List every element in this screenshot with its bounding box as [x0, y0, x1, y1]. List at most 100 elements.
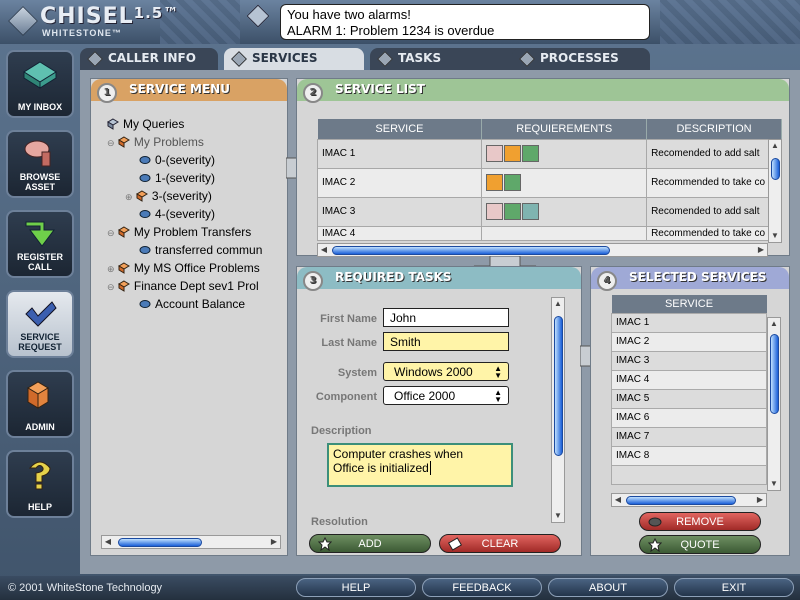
column-header-description[interactable]: DESCRIPTION	[646, 119, 782, 139]
table-row[interactable]: IMAC 2 Recommended to take co	[316, 167, 782, 198]
scroll-up-icon[interactable]: ▲	[769, 140, 781, 152]
required-tasks-header: 3 REQUIRED TASKS	[297, 267, 581, 291]
last-name-field[interactable]: Smith	[383, 332, 509, 351]
first-name-field[interactable]: John	[383, 308, 509, 327]
table-row[interactable]: IMAC 2	[611, 331, 767, 352]
selected-vertical-scrollbar[interactable]: ▲ ▼	[767, 317, 781, 491]
scroll-down-icon[interactable]: ▼	[552, 510, 564, 522]
sidebar-item-help[interactable]: HELP	[6, 450, 74, 518]
tree-node-severity-0[interactable]: 0-(severity)	[139, 153, 215, 167]
exit-button[interactable]: EXIT	[674, 578, 794, 597]
table-row[interactable]: IMAC 4	[611, 369, 767, 390]
scroll-left-icon[interactable]: ◀	[318, 244, 330, 256]
scroll-down-icon[interactable]: ▼	[769, 230, 781, 242]
scroll-right-icon[interactable]: ▶	[268, 536, 280, 548]
table-row[interactable]: IMAC 1	[611, 312, 767, 333]
tab-cube-icon	[519, 51, 535, 67]
scroll-left-icon[interactable]: ◀	[612, 494, 624, 506]
component-select[interactable]: Office 2000 ▲ ▼	[383, 386, 509, 405]
tab-bar: CALLER INFO SERVICES TASKS PROCESSES	[80, 48, 800, 70]
description-line: Office is initialized	[333, 461, 431, 475]
tree-node-account-balance[interactable]: Account Balance	[139, 297, 245, 311]
tree-node-finance-dept[interactable]: ⊖ Finance Dept sev1 Prol	[107, 279, 287, 293]
sidebar-item-register-call[interactable]: REGISTER CALL	[6, 210, 74, 278]
column-header-service[interactable]: SERVICE	[611, 295, 767, 313]
tab-processes[interactable]: PROCESSES	[512, 48, 650, 70]
service-list-horizontal-scrollbar[interactable]: ◀ ▶	[317, 243, 768, 257]
selected-services-panel: 4 SELECTED SERVICES SERVICE IMAC 1 IMAC …	[590, 266, 790, 556]
disk-icon	[139, 300, 151, 308]
table-row[interactable]: IMAC 1 Recomended to add salt	[316, 138, 782, 169]
clear-button[interactable]: CLEAR	[439, 534, 561, 553]
quote-button[interactable]: QUOTE	[639, 535, 761, 554]
tree-node-my-queries[interactable]: My Queries	[107, 117, 184, 131]
scroll-down-icon[interactable]: ▼	[768, 478, 780, 490]
tree-node-severity-3[interactable]: ⊕ 3-(severity)	[125, 189, 212, 203]
tree-node-severity-4[interactable]: 4-(severity)	[139, 207, 215, 221]
scroll-thumb[interactable]	[332, 246, 610, 255]
tab-caller-info[interactable]: CALLER INFO	[80, 48, 218, 70]
sidebar-item-my-inbox[interactable]: MY INBOX	[6, 50, 74, 118]
table-row[interactable]: IMAC 3	[611, 350, 767, 371]
scroll-left-icon[interactable]: ◀	[102, 536, 114, 548]
tasks-vertical-scrollbar[interactable]: ▲ ▼	[551, 297, 565, 523]
requirements-cell	[481, 138, 648, 169]
scroll-up-icon[interactable]: ▲	[552, 298, 564, 310]
table-row[interactable]: IMAC 8	[611, 445, 767, 466]
copyright-text: © 2001 WhiteStone Technology	[8, 582, 163, 594]
scroll-right-icon[interactable]: ▶	[754, 494, 766, 506]
feedback-button[interactable]: FEEDBACK	[422, 578, 542, 597]
column-header-service[interactable]: SERVICE	[317, 119, 483, 139]
about-button[interactable]: ABOUT	[548, 578, 668, 597]
tree-node-severity-1[interactable]: 1-(severity)	[139, 171, 215, 185]
scroll-thumb[interactable]	[770, 334, 779, 414]
tree-node-my-problem-transfers[interactable]: ⊖ My Problem Transfers	[107, 225, 287, 239]
table-row[interactable]: IMAC 4 Recommended to take co	[316, 225, 782, 241]
tree-node-ms-office-problems[interactable]: ⊕ My MS Office Problems	[107, 261, 287, 275]
system-label: System	[337, 367, 377, 379]
tree-node-my-problems[interactable]: ⊖ My Problems	[107, 135, 204, 149]
description-cell: Recomended to add salt	[646, 138, 782, 169]
inbox-icon	[23, 61, 57, 89]
scroll-thumb[interactable]	[554, 316, 563, 456]
description-textarea[interactable]: Computer crashes when Office is initiali…	[327, 443, 513, 487]
sidebar-item-service-request[interactable]: SERVICE REQUEST	[6, 290, 74, 358]
selected-horizontal-scrollbar[interactable]: ◀ ▶	[611, 493, 767, 507]
table-row[interactable]: IMAC 3 Recomended to add salt	[316, 196, 782, 227]
service-cell: IMAC 2	[611, 331, 767, 352]
scroll-thumb[interactable]	[771, 158, 780, 180]
service-menu-panel: 1 SERVICE MENU My Queries ⊖ My Problems …	[90, 78, 288, 556]
table-row[interactable]: IMAC 7	[611, 426, 767, 447]
phone-icon	[486, 174, 504, 191]
remove-button[interactable]: REMOVE	[639, 512, 761, 531]
tree-horizontal-scrollbar[interactable]: ◀ ▶	[101, 535, 281, 549]
selected-services-header: 4 SELECTED SERVICES	[591, 267, 789, 291]
table-row[interactable]: IMAC 6	[611, 407, 767, 428]
service-cell: IMAC 8	[611, 445, 767, 466]
scroll-right-icon[interactable]: ▶	[755, 244, 767, 256]
sidebar-item-admin[interactable]: ADMIN	[6, 370, 74, 438]
service-cell: IMAC 1	[611, 312, 767, 333]
table-row[interactable]: IMAC 5	[611, 388, 767, 409]
scroll-up-icon[interactable]: ▲	[768, 318, 780, 330]
add-button[interactable]: ADD	[309, 534, 431, 553]
scroll-thumb[interactable]	[626, 496, 736, 505]
service-list-header: 2 SERVICE LIST	[297, 79, 789, 103]
help-button[interactable]: HELP	[296, 578, 416, 597]
tree-node-transferred-commun[interactable]: transferred commun	[139, 243, 287, 257]
sidebar-item-label: BROWSE ASSET	[19, 172, 61, 192]
sidebar-item-browse-asset[interactable]: BROWSE ASSET	[6, 130, 74, 198]
tab-services[interactable]: SERVICES	[224, 48, 364, 70]
service-cell: IMAC 4	[611, 369, 767, 390]
main-area: 1 SERVICE MENU My Queries ⊖ My Problems …	[80, 70, 800, 574]
alarm-box[interactable]: You have two alarms! ALARM 1: Problem 12…	[280, 4, 650, 40]
column-header-requirements[interactable]: REQUIEREMENTS	[481, 119, 648, 139]
remove-disk-icon	[648, 517, 662, 527]
disk-icon	[139, 246, 151, 254]
register-arrow-icon	[25, 221, 55, 247]
system-select[interactable]: Windows 2000 ▲ ▼	[383, 362, 509, 381]
step-number: 4	[597, 271, 617, 291]
table-row[interactable]	[611, 464, 767, 485]
scroll-thumb[interactable]	[118, 538, 202, 547]
service-list-vertical-scrollbar[interactable]: ▲ ▼	[768, 139, 782, 243]
